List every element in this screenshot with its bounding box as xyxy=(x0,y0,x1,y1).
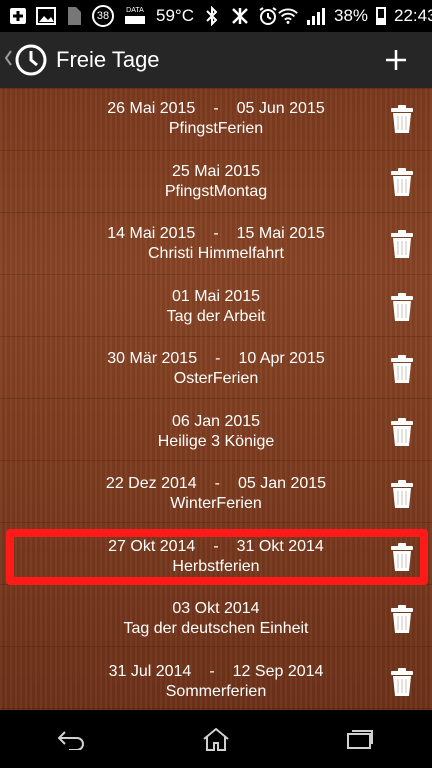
back-arrow-icon xyxy=(57,731,84,750)
plus-cross-icon xyxy=(8,6,28,26)
navigation-bar xyxy=(0,710,432,768)
add-holiday-button[interactable] xyxy=(378,42,414,78)
bluetooth-icon xyxy=(202,6,222,26)
clock-time: 22:43 xyxy=(394,6,432,25)
home-button[interactable] xyxy=(196,719,236,759)
holiday-name: PfingstFerien xyxy=(168,120,264,138)
holiday-name: Christi Himmelfahrt xyxy=(147,245,284,263)
page-title: Freie Tage xyxy=(56,47,160,72)
end-date: 12 Sep 2014 xyxy=(232,662,324,680)
status-bar-right: 38% 22:43 xyxy=(278,6,432,26)
holiday-row[interactable]: 27 Okt 2014-31 Okt 2014 Herbstferien xyxy=(0,526,432,589)
end-date: 05 Jun 2015 xyxy=(236,100,325,118)
start-date: 03 Okt 2014 xyxy=(172,600,260,618)
recent-apps-icon xyxy=(347,730,373,749)
alarm-clock-icon xyxy=(258,6,278,26)
trash-icon[interactable] xyxy=(390,542,414,572)
home-icon xyxy=(203,727,229,751)
holiday-list[interactable]: 26 Mai 2015-05 Jun 2015 PfingstFerien 25 M… xyxy=(0,88,432,710)
trash-icon[interactable] xyxy=(390,292,414,322)
trash-icon[interactable] xyxy=(390,479,414,509)
holiday-row[interactable]: 03 Okt 2014 Tag der deutschen Einheit xyxy=(0,588,432,651)
nfc-icon xyxy=(230,6,250,26)
trash-icon[interactable] xyxy=(390,229,414,259)
clock-logo-icon[interactable] xyxy=(14,43,48,77)
trash-icon[interactable] xyxy=(390,667,414,697)
holiday-dates: 06 Jan 2015 xyxy=(172,413,260,431)
end-date: 10 Apr 2015 xyxy=(238,350,325,368)
holiday-row[interactable]: 14 Mai 2015-15 Mai 2015 Christi Himmelfah… xyxy=(0,213,432,276)
holiday-name: OsterFerien xyxy=(173,370,259,388)
holiday-name: PfingstMontag xyxy=(164,182,268,200)
trash-icon[interactable] xyxy=(390,417,414,447)
up-chevron-icon[interactable] xyxy=(4,49,12,71)
start-date: 25 Mai 2015 xyxy=(171,162,261,180)
recent-apps-button[interactable] xyxy=(340,719,380,759)
holiday-row[interactable]: 31 Jul 2014-12 Sep 2014 Sommerferien xyxy=(0,651,432,711)
trash-icon[interactable] xyxy=(390,354,414,384)
holiday-dates: 31 Jul 2014-12 Sep 2014 xyxy=(109,663,324,681)
holiday-dates: 30 Mär 2015-10 Apr 2015 xyxy=(107,350,324,368)
holiday-dates: 14 Mai 2015-15 Mai 2015 xyxy=(107,225,324,243)
holiday-dates: 03 Okt 2014 xyxy=(172,600,259,618)
holiday-name: WinterFerien xyxy=(170,495,262,513)
holiday-dates: 27 Okt 2014-31 Okt 2014 xyxy=(108,538,324,556)
wifi-icon xyxy=(278,6,298,26)
holiday-dates: 01 Mai 2015 xyxy=(172,288,260,306)
holiday-row[interactable]: 30 Mär 2015-10 Apr 2015 OsterFerien xyxy=(0,338,432,401)
holiday-name: Herbstferien xyxy=(172,557,260,575)
plus-icon xyxy=(386,50,406,70)
status-bar: 38 DATA 59°C 38% 22:43 xyxy=(0,0,432,32)
start-date: 30 Mär 2015 xyxy=(107,350,198,368)
action-bar: Freie Tage xyxy=(0,32,432,88)
holiday-name: Sommerferien xyxy=(165,682,267,700)
data-icon: DATA xyxy=(122,6,148,26)
start-date: 27 Okt 2014 xyxy=(108,537,196,555)
start-date: 01 Mai 2015 xyxy=(171,287,261,305)
back-button[interactable] xyxy=(52,719,92,759)
start-date: 31 Jul 2014 xyxy=(108,662,192,680)
start-date: 06 Jan 2015 xyxy=(171,412,261,430)
trash-icon[interactable] xyxy=(390,167,414,197)
battery-percent: 38% xyxy=(333,6,369,25)
holiday-row[interactable]: 26 Mai 2015-05 Jun 2015 PfingstFerien xyxy=(0,88,432,151)
date-separator: - xyxy=(213,537,219,555)
holiday-dates: 26 Mai 2015-05 Jun 2015 xyxy=(107,100,324,118)
holiday-name: Heilige 3 Könige xyxy=(157,432,275,450)
holiday-dates: 22 Dez 2014-05 Jan 2015 xyxy=(106,475,326,493)
holiday-dates: 25 Mai 2015 xyxy=(172,163,260,181)
date-separator: - xyxy=(214,475,220,493)
holiday-row[interactable]: 06 Jan 2015 Heilige 3 Könige xyxy=(0,401,432,464)
holiday-name: Tag der deutschen Einheit xyxy=(123,620,309,638)
date-separator: - xyxy=(209,662,215,680)
date-separator: - xyxy=(213,225,219,243)
notification-badge: 38 xyxy=(92,5,114,27)
sim-card-icon xyxy=(64,6,84,26)
signal-icon xyxy=(306,6,326,26)
temperature-text: 59°C xyxy=(156,6,194,25)
date-separator: - xyxy=(213,100,219,118)
status-bar-left: 38 DATA 59°C xyxy=(0,5,278,27)
start-date: 22 Dez 2014 xyxy=(105,475,197,493)
holiday-name: Tag der Arbeit xyxy=(166,307,266,325)
holiday-row[interactable]: 25 Mai 2015 PfingstMontag xyxy=(0,151,432,214)
data-label: DATA xyxy=(126,7,144,14)
trash-icon[interactable] xyxy=(390,104,414,134)
end-date: 05 Jan 2015 xyxy=(237,475,327,493)
date-separator: - xyxy=(215,350,221,368)
holiday-row[interactable]: 01 Mai 2015 Tag der Arbeit xyxy=(0,276,432,339)
holiday-row[interactable]: 22 Dez 2014-05 Jan 2015 WinterFerien xyxy=(0,463,432,526)
battery-icon xyxy=(376,7,387,25)
start-date: 14 Mai 2015 xyxy=(107,225,196,243)
trash-icon[interactable] xyxy=(390,604,414,634)
gallery-icon xyxy=(36,6,56,26)
end-date: 15 Mai 2015 xyxy=(236,225,325,243)
start-date: 26 Mai 2015 xyxy=(107,100,196,118)
end-date: 31 Okt 2014 xyxy=(236,537,324,555)
